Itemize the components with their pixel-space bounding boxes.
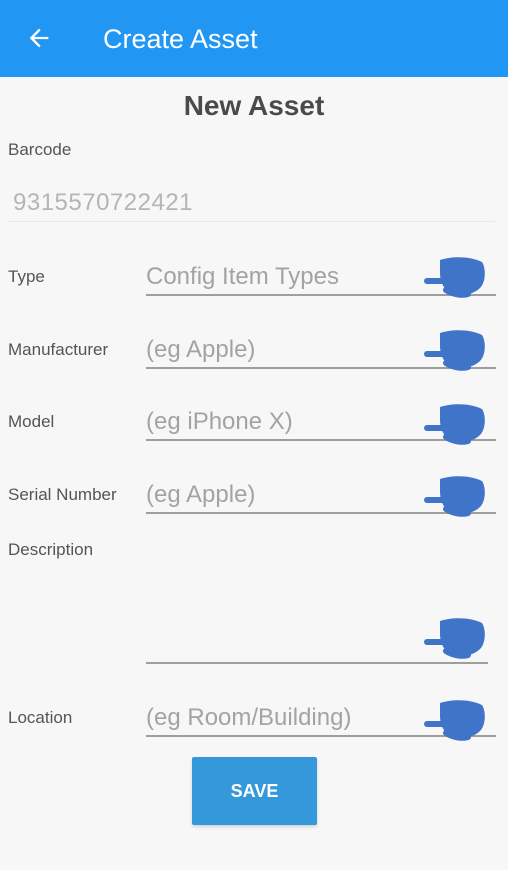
pointing-hand-icon: [424, 257, 485, 298]
pointing-hand-icon: [424, 618, 485, 659]
barcode-label: Barcode: [8, 140, 72, 159]
pointing-hand-icon: [424, 404, 485, 445]
app-bar: Create Asset: [0, 0, 508, 77]
location-input[interactable]: [146, 703, 416, 733]
description-input[interactable]: [146, 560, 410, 660]
arrow-left-icon: [29, 28, 49, 48]
model-label: Model: [8, 412, 55, 431]
pointing-hand-icon: [424, 700, 485, 741]
type-label: Type: [8, 267, 45, 286]
manufacturer-label: Manufacturer: [8, 340, 109, 359]
pointing-hand-icon: [424, 476, 485, 517]
pointing-hand-icon: [424, 330, 485, 371]
save-button[interactable]: SAVE: [192, 757, 317, 825]
back-button[interactable]: [24, 22, 54, 54]
type-input[interactable]: [146, 262, 416, 292]
location-label: Location: [8, 708, 73, 727]
page-title: New Asset: [183, 90, 325, 121]
barcode-value: 9315570722421: [13, 189, 194, 216]
serial-number-label: Serial Number: [8, 485, 117, 504]
app-bar-title: Create Asset: [103, 24, 258, 54]
model-input[interactable]: [146, 407, 416, 437]
barcode-divider: [8, 221, 495, 222]
manufacturer-input[interactable]: [146, 335, 416, 365]
description-label: Description: [8, 540, 94, 559]
serial-number-input[interactable]: [146, 480, 416, 510]
